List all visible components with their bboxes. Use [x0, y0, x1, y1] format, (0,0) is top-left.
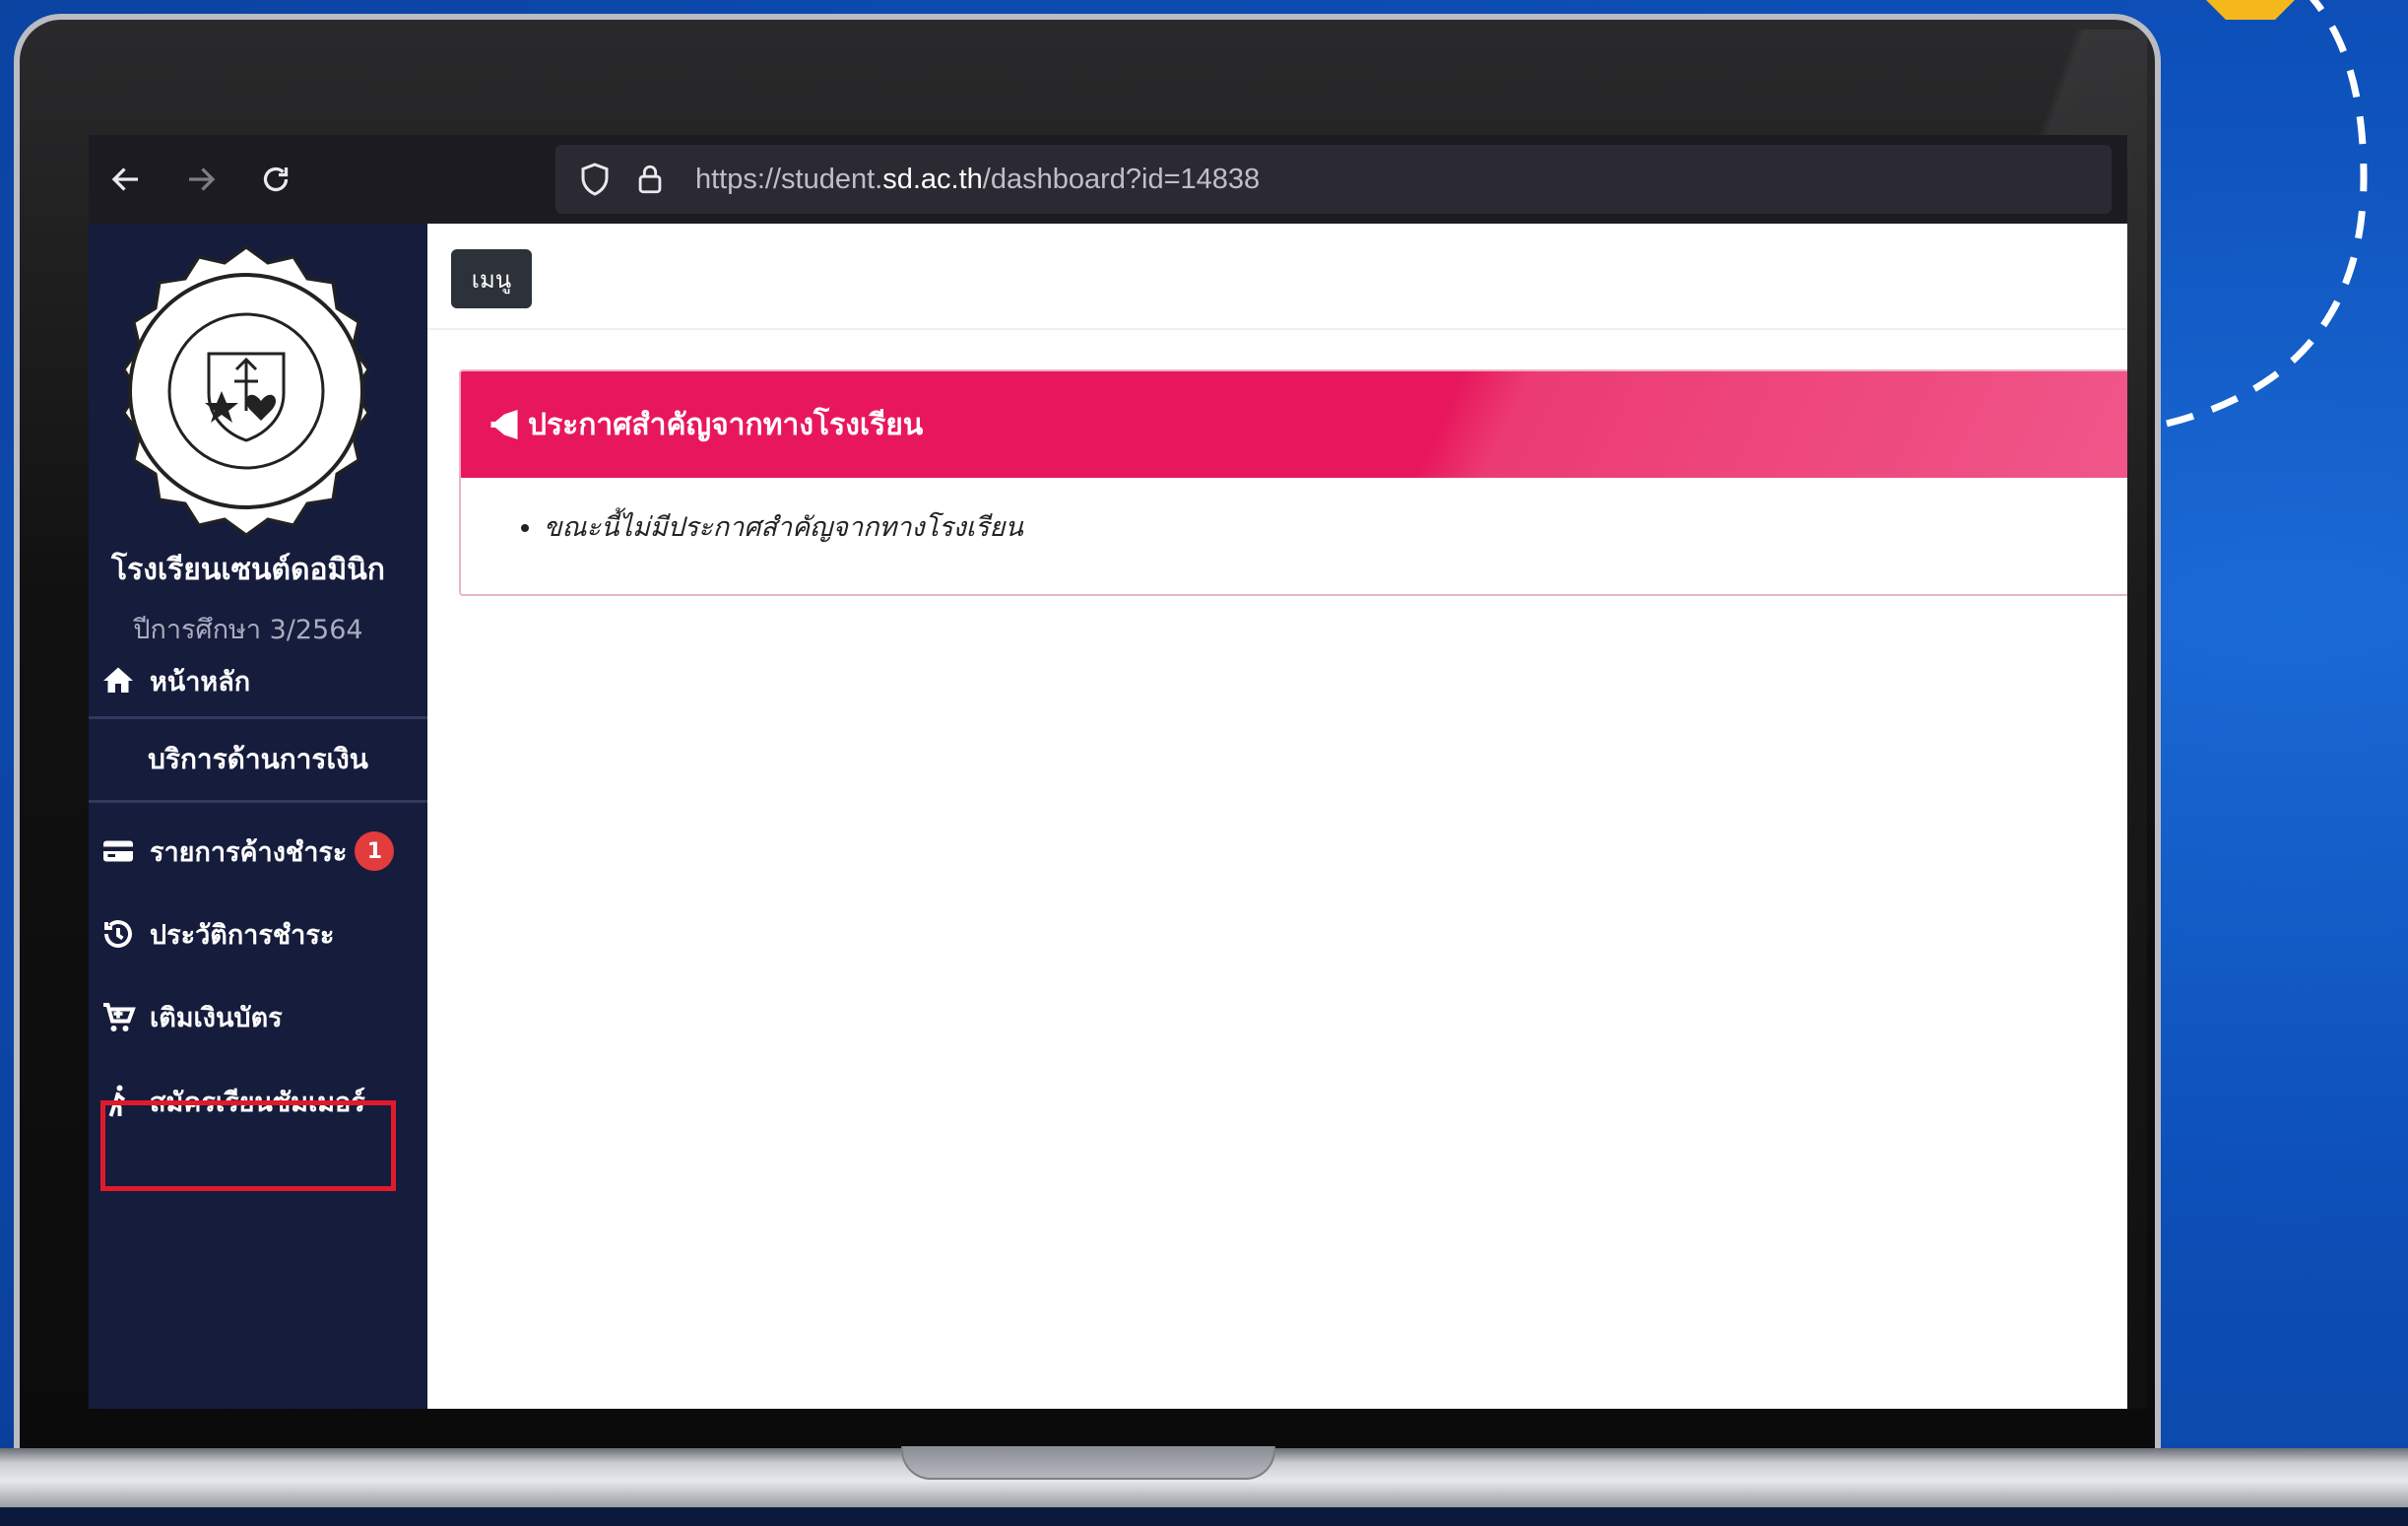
announcement-title: ประกาศสำคัญจากทางโรงเรียน — [528, 407, 924, 442]
sidebar: โรงเรียนเซนต์ดอมินิก ปีการศึกษา 3/2564 ห… — [89, 224, 427, 1409]
browser-toolbar: https://student.sd.ac.th/dashboard?id=14… — [89, 135, 2127, 224]
forward-button[interactable] — [163, 135, 238, 224]
credit-card-icon — [103, 840, 133, 862]
url-text[interactable]: https://student.sd.ac.th/dashboard?id=14… — [695, 164, 1260, 196]
highlight-frame — [100, 1100, 396, 1191]
address-bar[interactable]: https://student.sd.ac.th/dashboard?id=14… — [555, 145, 2112, 214]
cart-icon — [103, 1003, 136, 1031]
sidebar-item-home[interactable]: หน้าหลัก — [89, 646, 427, 715]
url-domain: sd.ac.th — [882, 163, 983, 195]
laptop-frame: https://student.sd.ac.th/dashboard?id=14… — [14, 14, 2161, 1452]
megaphone-icon — [490, 410, 518, 439]
laptop-notch — [901, 1446, 1275, 1480]
school-name: โรงเรียนเซนต์ดอมินิก — [111, 553, 385, 587]
browser-screen: https://student.sd.ac.th/dashboard?id=14… — [89, 135, 2127, 1409]
sidebar-divider — [89, 800, 427, 803]
announcement-card: ประกาศสำคัญจากทางโรงเรียน ขณะนี้ไม่มีประ… — [459, 369, 2127, 596]
list-item: ขณะนี้ไม่มีประกาศสำคัญจากทางโรงเรียน — [544, 505, 2127, 548]
sidebar-item-label: เติมเงินบัตร — [150, 1002, 283, 1033]
lock-icon[interactable] — [630, 160, 670, 199]
laptop-shadow — [0, 1507, 2408, 1526]
url-suffix: /dashboard?id=14838 — [982, 163, 1261, 195]
reload-icon — [263, 166, 289, 192]
sidebar-item-label: ประวัติการชำระ — [150, 919, 335, 951]
announcement-header: ประกาศสำคัญจากทางโรงเรียน — [461, 371, 2127, 478]
sidebar-item-card-topup[interactable]: เติมเงินบัตร — [89, 982, 427, 1051]
back-button[interactable] — [89, 135, 163, 224]
decorative-dashed-arc — [2166, 0, 2368, 428]
sidebar-section-title: บริการด้านการเงิน — [148, 743, 368, 775]
notification-badge: 1 — [355, 831, 395, 871]
sidebar-item-outstanding-payments[interactable]: รายการค้างชำระ 1 — [89, 817, 427, 886]
school-year: ปีการศึกษา 3/2564 — [133, 615, 363, 645]
home-icon — [103, 667, 133, 693]
school-logo — [122, 245, 370, 537]
announcement-list: ขณะนี้ไม่มีประกาศสำคัญจากทางโรงเรียน — [461, 478, 2127, 548]
arrow-right-icon — [189, 167, 216, 191]
app-container: โรงเรียนเซนต์ดอมินิก ปีการศึกษา 3/2564 ห… — [89, 224, 2127, 1409]
main-content: เมนู ประกาศสำคัญจากทางโรงเรียน ขณะนี้ไม่… — [427, 224, 2127, 1409]
url-prefix: https://student. — [695, 163, 883, 195]
history-icon — [104, 920, 132, 948]
shield-icon[interactable] — [575, 160, 615, 199]
sidebar-item-label: รายการค้างชำระ — [150, 836, 348, 868]
top-menu-bar: เมนู — [427, 224, 2127, 330]
arrow-left-icon — [111, 167, 138, 191]
sidebar-item-label: หน้าหลัก — [150, 666, 251, 697]
sidebar-item-payment-history[interactable]: ประวัติการชำระ — [89, 899, 427, 968]
reload-button[interactable] — [238, 135, 313, 224]
menu-toggle-button[interactable]: เมนู — [451, 249, 532, 308]
decorative-star-icon — [2206, 0, 2295, 20]
